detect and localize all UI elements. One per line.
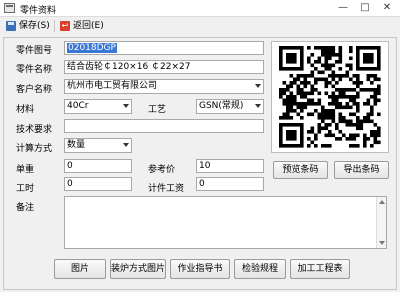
material-label: 材料 (16, 105, 35, 115)
customer-value: 杭州市电工贸有限公司 (67, 81, 158, 91)
piece-wage-label: 计件工资 (148, 184, 185, 194)
customer-label: 客户名称 (16, 85, 53, 95)
save-button-label: 保存(S) (19, 21, 50, 31)
work-instruction-button[interactable]: 作业指导书 (170, 259, 230, 279)
minimize-icon[interactable]: — (332, 0, 354, 16)
back-button-label: 返回(E) (73, 21, 104, 31)
process-select[interactable]: GSN(常规) (196, 99, 264, 114)
work-hours-input[interactable]: 0 (64, 177, 132, 191)
tech-req-input[interactable] (64, 119, 264, 133)
app-window-icon (4, 3, 15, 13)
part-no-value: 02018DGP (67, 43, 117, 53)
chevron-down-icon (255, 104, 261, 108)
process-sheet-button[interactable]: 加工工程表 (290, 259, 350, 279)
scroll-down-icon[interactable] (379, 241, 385, 245)
calc-method-value: 数量 (67, 140, 86, 150)
scroll-up-icon[interactable] (379, 200, 385, 204)
back-button[interactable]: ↩ 返回(E) (60, 19, 104, 33)
unit-weight-label: 单重 (16, 165, 35, 175)
piece-wage-input[interactable]: 0 (196, 177, 264, 191)
title-bar: 零件资料 — □ ✕ (0, 0, 400, 17)
furnace-method-image-button[interactable]: 装炉方式图片 (110, 259, 166, 279)
maximize-icon[interactable]: □ (354, 0, 376, 16)
export-barcode-button[interactable]: 导出条码 (334, 161, 389, 179)
ref-price-label: 参考价 (148, 165, 176, 175)
notes-label: 备注 (16, 203, 35, 213)
material-select[interactable]: 40Cr (64, 99, 132, 114)
return-icon: ↩ (60, 21, 70, 31)
material-value: 40Cr (67, 101, 89, 111)
close-icon[interactable]: ✕ (376, 0, 398, 16)
calc-method-label: 计算方式 (16, 144, 53, 154)
chevron-down-icon (123, 104, 129, 108)
preview-barcode-button[interactable]: 预览条码 (273, 161, 328, 179)
unit-weight-input[interactable]: 0 (64, 159, 132, 173)
part-name-input[interactable]: 结合齿轮￠120×16 ￠22×27 (64, 60, 264, 74)
qr-code (271, 41, 389, 153)
calc-method-select[interactable]: 数量 (64, 138, 132, 153)
part-no-label: 零件图号 (16, 46, 53, 56)
ref-price-input[interactable]: 10 (196, 159, 264, 173)
inspection-procedure-button[interactable]: 检验规程 (234, 259, 286, 279)
toolbar-separator (54, 20, 55, 32)
save-button[interactable]: 保存(S) (6, 19, 50, 33)
notes-textarea[interactable] (64, 196, 387, 249)
work-hours-label: 工时 (16, 184, 35, 194)
tech-req-label: 技术要求 (16, 125, 53, 135)
process-label: 工艺 (148, 105, 167, 115)
notes-scrollbar[interactable] (376, 197, 386, 248)
part-name-label: 零件名称 (16, 65, 53, 75)
image-button[interactable]: 图片 (54, 259, 106, 279)
save-icon (6, 21, 16, 31)
chevron-down-icon (123, 143, 129, 147)
chevron-down-icon (255, 84, 261, 88)
process-value: GSN(常规) (199, 101, 244, 111)
part-no-input[interactable]: 02018DGP (64, 41, 264, 55)
window-title: 零件资料 (20, 6, 57, 16)
qr-code-image (272, 42, 388, 152)
customer-select[interactable]: 杭州市电工贸有限公司 (64, 79, 264, 94)
